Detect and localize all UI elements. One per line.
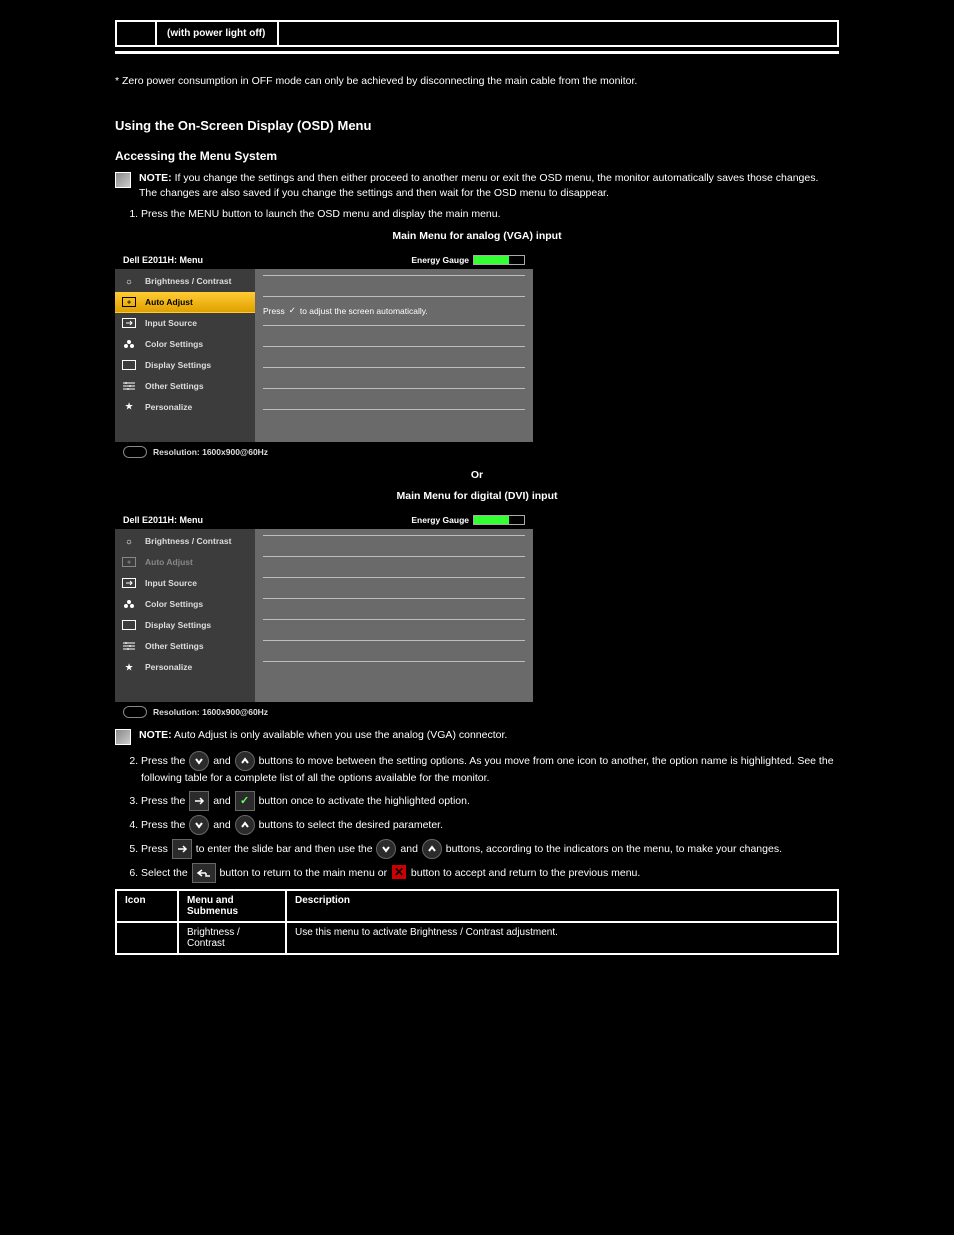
enter-button-icon <box>172 839 192 859</box>
note-2: NOTE: Auto Adjust is only available when… <box>115 728 839 745</box>
step-2: Press the and buttons to move between th… <box>141 751 839 787</box>
osd-item-brightness[interactable]: ☼Brightness / Contrast <box>115 271 255 292</box>
personalize-icon: ★ <box>121 401 137 413</box>
analog-caption: Main Menu for analog (VGA) input <box>115 229 839 245</box>
svg-text:+: + <box>127 560 131 567</box>
color-settings-icon <box>121 338 137 350</box>
gauge-bar <box>473 515 525 525</box>
divider <box>115 51 839 54</box>
osd-sidebar: ☼Brightness / Contrast +Auto Adjust Inpu… <box>115 269 255 442</box>
power-table: (with power light off) <box>115 20 839 47</box>
osd-digital: Dell E2011H: Menu Energy Gauge ☼Brightne… <box>115 511 533 722</box>
power-cell-icon <box>116 21 156 46</box>
osd-item-color[interactable]: Color Settings <box>115 594 255 615</box>
osd-main-panel: Press ✓ to adjust the screen automatical… <box>255 269 533 442</box>
osd-footer: Resolution: 1600x900@60Hz <box>115 442 533 462</box>
step-6: Select the button to return to the main … <box>141 863 839 883</box>
osd-analog: Dell E2011H: Menu Energy Gauge ☼Brightne… <box>115 251 533 462</box>
display-settings-icon <box>121 619 137 631</box>
osd-item-color[interactable]: Color Settings <box>115 334 255 355</box>
note-text: NOTE: If you change the settings and the… <box>139 171 839 201</box>
down-button-icon <box>189 815 209 835</box>
osd-item-input-source[interactable]: Input Source <box>115 313 255 334</box>
input-source-icon <box>121 577 137 589</box>
brightness-icon: ☼ <box>121 275 137 287</box>
osd-item-other[interactable]: Other Settings <box>115 636 255 657</box>
gauge-bar <box>473 255 525 265</box>
header-menu: Menu and Submenus <box>178 890 286 922</box>
osd-item-auto-adjust: +Auto Adjust <box>115 552 255 573</box>
or-label: Or <box>115 468 839 484</box>
sub-heading: Accessing the Menu System <box>115 149 839 163</box>
step-1: Press the MENU button to launch the OSD … <box>141 207 839 223</box>
up-button-icon <box>422 839 442 859</box>
power-cell-desc <box>278 21 838 46</box>
osd-main-panel <box>255 529 533 702</box>
step-3: Press the and ✓ button once to activate … <box>141 791 839 811</box>
svg-text:+: + <box>127 299 131 306</box>
enter-button-icon <box>189 791 209 811</box>
pre-note: * Zero power consumption in OFF mode can… <box>115 74 839 90</box>
input-source-icon <box>121 317 137 329</box>
osd-item-brightness[interactable]: ☼Brightness / Contrast <box>115 531 255 552</box>
up-button-icon <box>235 815 255 835</box>
section-heading: Using the On-Screen Display (OSD) Menu <box>115 118 839 133</box>
osd-item-display[interactable]: Display Settings <box>115 355 255 376</box>
ok-button-icon: ✓ <box>235 791 255 811</box>
row-desc-cell: Use this menu to activate Brightness / C… <box>286 922 838 954</box>
digital-caption: Main Menu for digital (DVI) input <box>115 489 839 505</box>
energy-gauge: Energy Gauge <box>411 255 525 265</box>
osd-item-other[interactable]: Other Settings <box>115 376 255 397</box>
exit-button-icon: ✕ <box>392 865 406 879</box>
step-5: Press to enter the slide bar and then us… <box>141 839 839 859</box>
note-icon <box>115 172 131 188</box>
check-icon: ✓ <box>289 305 296 316</box>
header-desc: Description <box>286 890 838 922</box>
energy-gauge: Energy Gauge <box>411 515 525 525</box>
auto-adjust-icon: + <box>121 556 137 568</box>
resolution-icon <box>123 706 147 718</box>
down-button-icon <box>189 751 209 771</box>
resolution-icon <box>123 446 147 458</box>
table-row: Brightness / Contrast Use this menu to a… <box>116 922 838 954</box>
osd-item-display[interactable]: Display Settings <box>115 615 255 636</box>
note-1: NOTE: If you change the settings and the… <box>115 171 839 201</box>
row-menu-cell: Brightness / Contrast <box>178 922 286 954</box>
down-button-icon <box>376 839 396 859</box>
osd-sidebar: ☼Brightness / Contrast +Auto Adjust Inpu… <box>115 529 255 702</box>
personalize-icon: ★ <box>121 661 137 673</box>
other-settings-icon <box>121 640 137 652</box>
display-settings-icon <box>121 359 137 371</box>
note-text: NOTE: Auto Adjust is only available when… <box>139 728 507 743</box>
osd-item-personalize[interactable]: ★Personalize <box>115 397 255 418</box>
osd-title: Dell E2011H: Menu <box>123 515 203 525</box>
osd-item-input-source[interactable]: Input Source <box>115 573 255 594</box>
options-table: Icon Menu and Submenus Description Brigh… <box>115 889 839 955</box>
osd-item-auto-adjust[interactable]: +Auto Adjust <box>115 292 255 313</box>
note-icon <box>115 729 131 745</box>
header-icon: Icon <box>116 890 178 922</box>
power-cell-label: (with power light off) <box>156 21 278 46</box>
brightness-icon: ☼ <box>121 535 137 547</box>
other-settings-icon <box>121 380 137 392</box>
color-settings-icon <box>121 598 137 610</box>
up-button-icon <box>235 751 255 771</box>
auto-adjust-icon: + <box>121 296 137 308</box>
step-4: Press the and buttons to select the desi… <box>141 815 839 835</box>
osd-item-personalize[interactable]: ★Personalize <box>115 657 255 678</box>
row-icon-cell <box>116 922 178 954</box>
osd-auto-message: Press ✓ to adjust the screen automatical… <box>263 296 525 325</box>
back-button-icon <box>192 863 216 883</box>
osd-title: Dell E2011H: Menu <box>123 255 203 265</box>
osd-footer: Resolution: 1600x900@60Hz <box>115 702 533 722</box>
